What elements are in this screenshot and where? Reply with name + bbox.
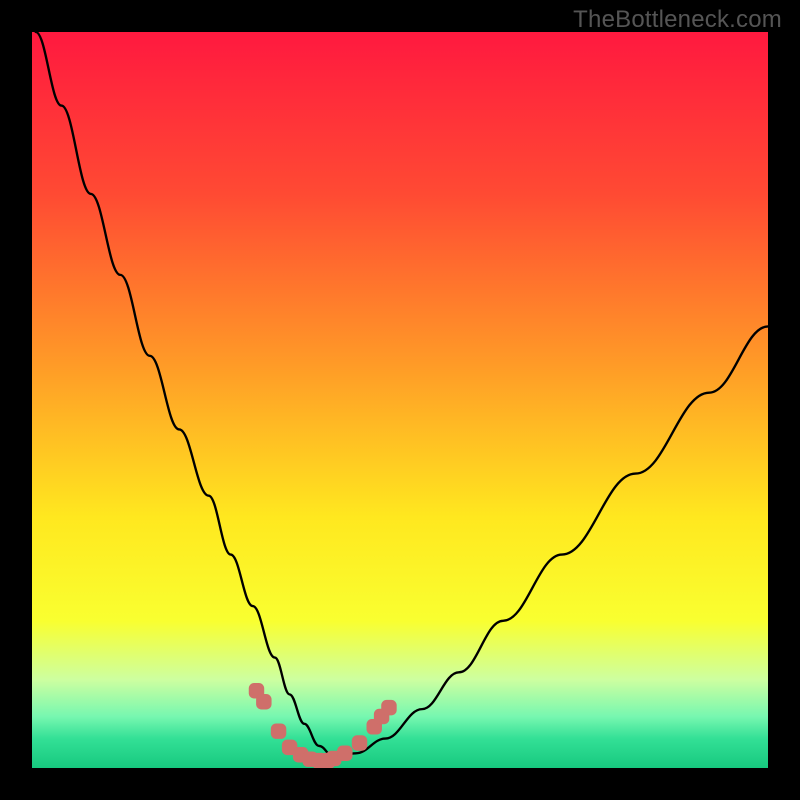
- bottom-markers: [249, 683, 397, 768]
- chart-svg: [32, 32, 768, 768]
- plot-area: [32, 32, 768, 768]
- marker-point: [337, 746, 352, 761]
- marker-point: [271, 723, 286, 738]
- marker-point: [256, 694, 271, 709]
- bottleneck-curve: [36, 32, 768, 757]
- watermark-text: TheBottleneck.com: [573, 6, 782, 34]
- marker-point: [352, 735, 367, 750]
- marker-point: [381, 700, 396, 715]
- chart-frame: TheBottleneck.com: [0, 0, 800, 800]
